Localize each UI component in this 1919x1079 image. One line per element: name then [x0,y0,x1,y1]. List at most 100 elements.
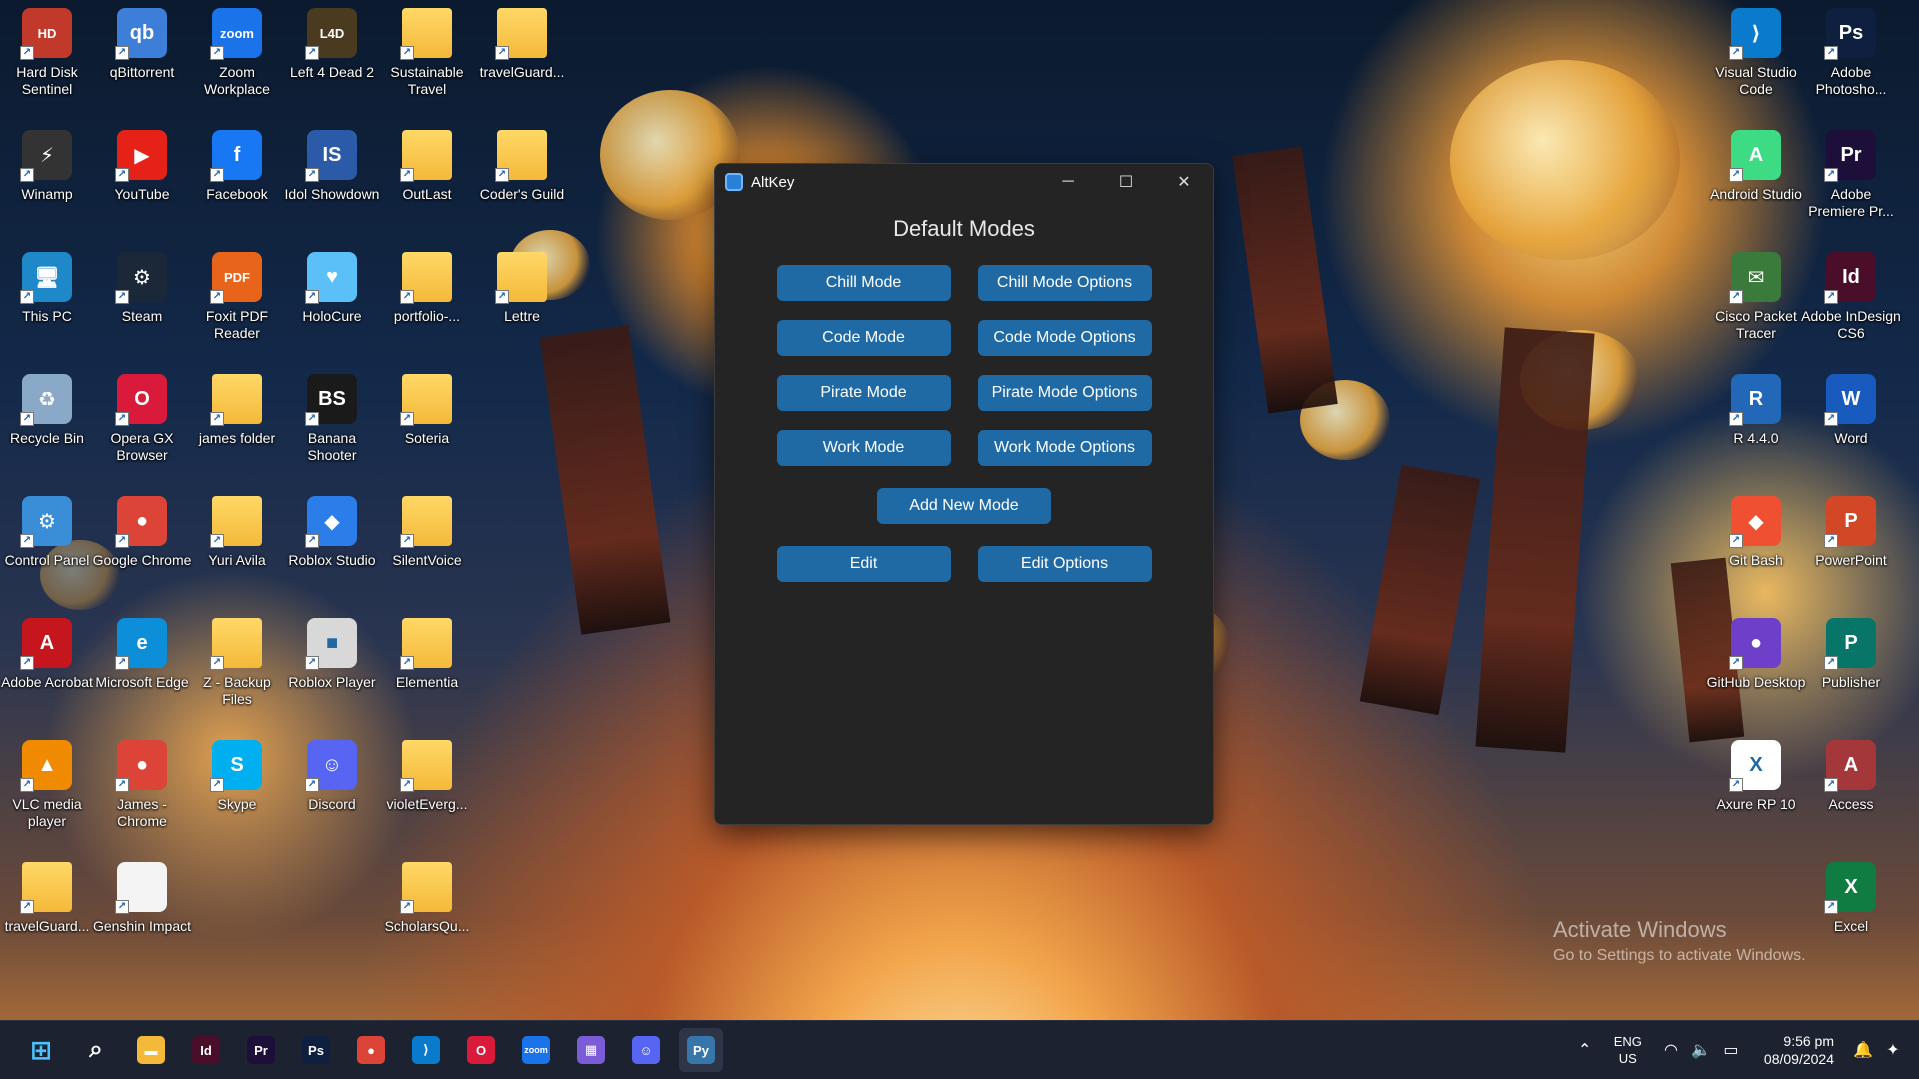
chrome-taskbar[interactable]: ● [349,1028,393,1072]
shortcut-arrow-icon: ↗ [400,412,414,426]
code-mode-options-button[interactable]: Code Mode Options [977,320,1152,356]
desktop-icon[interactable]: ↗ Sustainable Travel [381,4,473,104]
desktop-icon[interactable]: ● ↗ James - Chrome [96,736,188,836]
desktop-icon[interactable]: ↗ Elementia [381,614,473,714]
desktop-icon[interactable]: A ↗ Adobe Acrobat [1,614,93,714]
desktop-icon[interactable]: ⚙ ↗ Steam [96,248,188,348]
file-explorer-taskbar[interactable]: ▬ [129,1028,173,1072]
desktop-icon[interactable]: ● ↗ Google Chrome [93,492,191,592]
python-taskbar[interactable]: Py [679,1028,723,1072]
desktop-icon[interactable]: ↗ Yuri Avila [191,492,283,592]
desktop-icon[interactable]: BS ↗ Banana Shooter [286,370,378,470]
add-new-mode-button[interactable]: Add New Mode [877,488,1051,524]
vscode-taskbar[interactable]: ⟩ [404,1028,448,1072]
discord-taskbar[interactable]: ☺ [624,1028,668,1072]
desktop-icon[interactable]: ↗ OutLast [381,126,473,226]
desktop-icon[interactable]: PDF ↗ Foxit PDF Reader [191,248,283,348]
code-mode-button[interactable]: Code Mode [776,320,951,356]
pirate-mode-button[interactable]: Pirate Mode [776,375,951,411]
desktop-icon[interactable]: ↗ Genshin Impact [93,858,191,958]
desktop-icon[interactable]: ↗ james folder [191,370,283,470]
desktop-icon[interactable]: ↗ Soteria [381,370,473,470]
chevron-up-icon[interactable]: ⌃ [1573,1040,1597,1060]
opera-taskbar[interactable]: O [459,1028,503,1072]
edit-button[interactable]: Edit [776,546,951,582]
desktop-icon[interactable]: ↗ Lettre [476,248,568,348]
pirate-mode-options-button[interactable]: Pirate Mode Options [977,375,1152,411]
desktop-icon[interactable]: P ↗ PowerPoint [1805,492,1897,592]
desktop-icon[interactable]: ↗ Coder's Guild [476,126,568,226]
desktop-icon[interactable]: ⚡ ↗ Winamp [1,126,93,226]
chill-mode-options-button[interactable]: Chill Mode Options [977,265,1152,301]
desktop-icon[interactable]: IS ↗ Idol Showdown [285,126,379,226]
desktop-icon[interactable]: Pr ↗ Adobe Premiere Pr... [1805,126,1897,226]
desktop-icon[interactable]: ♥ ↗ HoloCure [286,248,378,348]
desktop-icon[interactable]: S ↗ Skype [191,736,283,836]
desktop-icon[interactable]: A ↗ Access [1805,736,1897,836]
search-button[interactable]: ⌕ [74,1028,118,1072]
desktop-icon[interactable]: ↗ Z - Backup Files [191,614,283,714]
shortcut-arrow-icon: ↗ [115,534,129,548]
desktop-icon[interactable]: R ↗ R 4.4.0 [1710,370,1802,470]
mode-button-grid: Chill Mode Chill Mode Options Code Mode Cod… [715,265,1213,466]
desktop-icon[interactable]: L4D ↗ Left 4 Dead 2 [286,4,378,104]
desktop-icon[interactable]: Id ↗ Adobe InDesign CS6 [1801,248,1901,348]
work-mode-options-button[interactable]: Work Mode Options [977,430,1152,466]
desktop-icon[interactable]: ▶ ↗ YouTube [96,126,188,226]
zoom-taskbar[interactable]: zoom [514,1028,558,1072]
desktop-icon[interactable]: X ↗ Excel [1805,858,1897,958]
language-indicator[interactable]: ENG US [1614,1033,1642,1067]
desktop-icon[interactable]: f ↗ Facebook [191,126,283,226]
desktop-icon[interactable]: P ↗ Publisher [1805,614,1897,714]
desktop-icon[interactable]: ▲ ↗ VLC media player [1,736,93,836]
clipchamp-taskbar[interactable]: ▦ [569,1028,613,1072]
desktop-icon[interactable]: ↗ ScholarsQu... [381,858,473,958]
battery-icon[interactable]: ▭ [1719,1040,1743,1060]
maximize-button[interactable]: ☐ [1097,164,1155,200]
desktop-icon[interactable]: ↗ travelGuard... [476,4,568,104]
desktop-icon[interactable]: ◆ ↗ Roblox Studio [286,492,378,592]
search-icon: ⌕ [89,1036,103,1063]
desktop-icon[interactable]: ☺ ↗ Discord [286,736,378,836]
desktop-icon[interactable]: e ↗ Microsoft Edge [95,614,189,714]
icon-glyph: ⟩ [1751,22,1761,45]
desktop-icon[interactable]: ◆ ↗ Git Bash [1710,492,1802,592]
desktop-icon[interactable]: ⚙ ↗ Control Panel [1,492,93,592]
desktop-icon[interactable]: ✉ ↗ Cisco Packet Tracer [1710,248,1802,348]
chill-mode-button[interactable]: Chill Mode [776,265,951,301]
desktop-icon[interactable]: ↗ SilentVoice [381,492,473,592]
desktop-icon[interactable]: 🖥 ↗ This PC [1,248,93,348]
desktop-icon[interactable]: zoom ↗ Zoom Workplace [191,4,283,104]
desktop-icon[interactable]: qb ↗ qBittorrent [96,4,188,104]
wifi-icon[interactable]: ◠ [1659,1040,1683,1060]
desktop-icon[interactable]: Ps ↗ Adobe Photosho... [1805,4,1897,104]
window-titlebar[interactable]: AltKey ─ ☐ ✕ [715,164,1213,200]
photoshop-taskbar[interactable]: Ps [294,1028,338,1072]
desktop-icon-label: Elementia [395,674,459,690]
copilot-icon[interactable]: ✦ [1881,1040,1905,1060]
start-button[interactable]: ⊞ [19,1028,63,1072]
clock[interactable]: 9:56 pm 08/09/2024 [1764,1032,1834,1068]
desktop-icon[interactable]: ↗ violetEverg... [381,736,473,836]
premiere-taskbar[interactable]: Pr [239,1028,283,1072]
desktop-icon[interactable]: HD ↗ Hard Disk Sentinel [1,4,93,104]
close-button[interactable]: ✕ [1155,164,1213,200]
desktop-icon[interactable]: ● ↗ GitHub Desktop [1707,614,1805,714]
edit-options-button[interactable]: Edit Options [977,546,1152,582]
desktop-icon[interactable]: W ↗ Word [1805,370,1897,470]
desktop-icon[interactable]: ⟩ ↗ Visual Studio Code [1710,4,1802,104]
desktop-icon[interactable]: ↗ travelGuard... [1,858,93,958]
desktop-icon[interactable]: ♻ ↗ Recycle Bin [1,370,93,470]
desktop-icon[interactable]: ↗ portfolio-... [381,248,473,348]
desktop-icon[interactable]: A ↗ Android Studio [1710,126,1802,226]
desktop-icon[interactable]: O ↗ Opera GX Browser [96,370,188,470]
desktop-icon[interactable]: ■ ↗ Roblox Player [286,614,378,714]
icon-glyph: ⚙ [133,266,151,289]
minimize-button[interactable]: ─ [1039,164,1097,200]
volume-icon[interactable]: 🔈 [1689,1040,1713,1060]
work-mode-button[interactable]: Work Mode [776,430,951,466]
indesign-taskbar[interactable]: Id [184,1028,228,1072]
notification-bell-icon[interactable]: 🔔 [1851,1040,1875,1060]
desktop-icon[interactable]: X ↗ Axure RP 10 [1710,736,1802,836]
foxit-icon: PDF ↗ [210,252,262,304]
